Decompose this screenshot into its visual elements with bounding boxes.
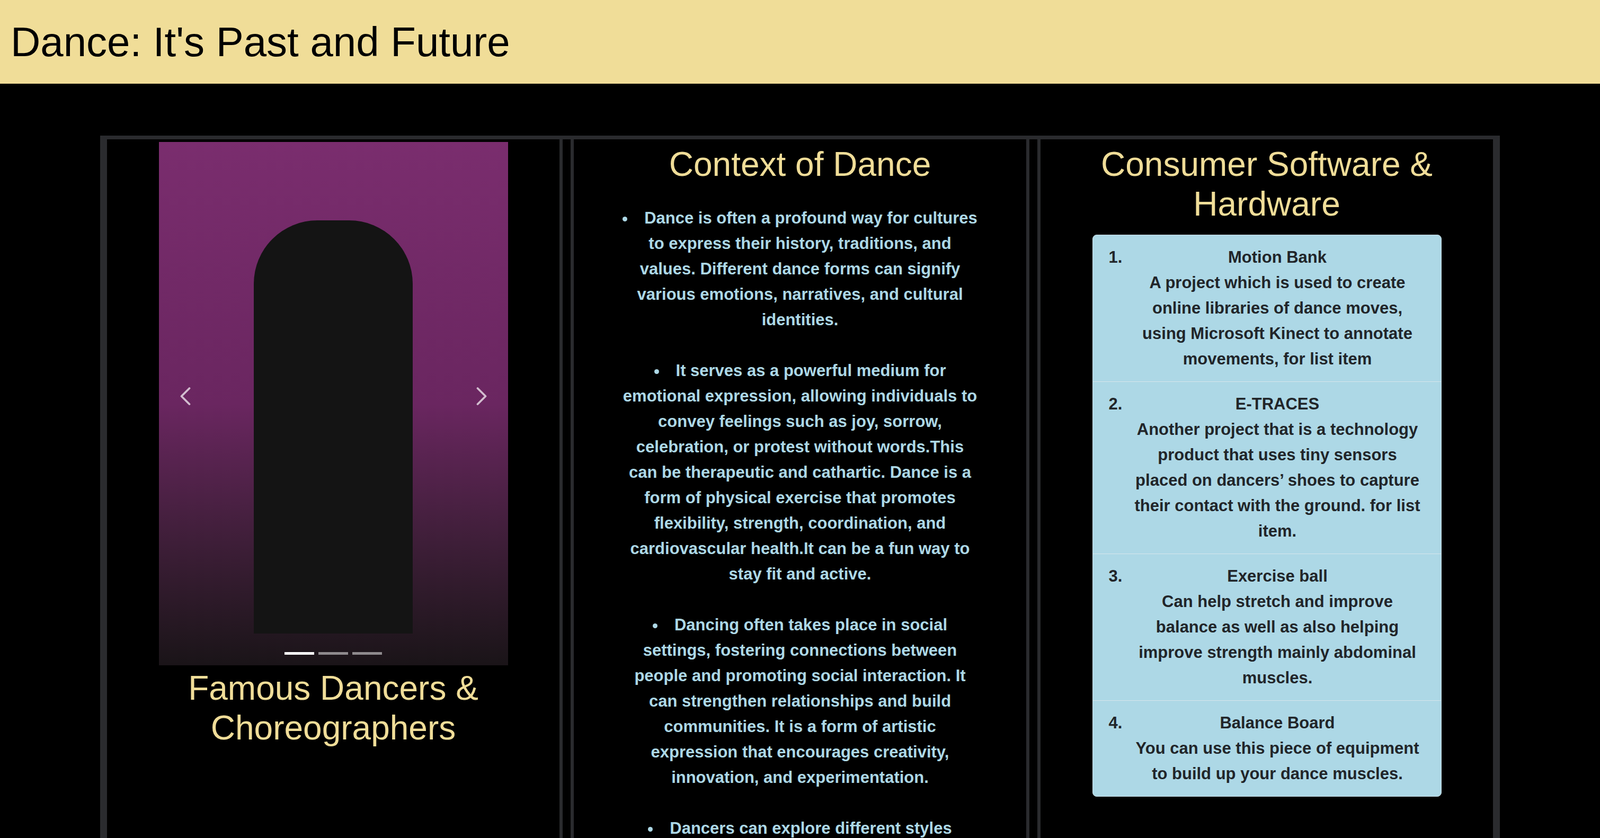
- carousel-indicator[interactable]: [352, 652, 382, 655]
- product-description: A project which is used to create online…: [1130, 270, 1426, 372]
- product-number: 1.: [1108, 244, 1131, 372]
- carousel-caption: Famous Dancers & Choreographers: [107, 668, 560, 749]
- products-list: 1.Motion BankA project which is used to …: [1092, 234, 1442, 797]
- carousel[interactable]: [158, 141, 509, 666]
- context-heading: Context of Dance: [669, 144, 932, 185]
- page: Dance: It's Past and Future Famous Dancer…: [0, 0, 1600, 838]
- product-title: Exercise ball: [1130, 563, 1426, 590]
- chevron-right-icon: [465, 380, 498, 413]
- carousel-photo: [158, 141, 509, 666]
- next-button[interactable]: [465, 380, 498, 413]
- product-item: 4.Balance BoardYou can use this piece of…: [1092, 700, 1442, 797]
- product-description: Another project that is a technology pro…: [1130, 416, 1426, 545]
- product-description: You can use this piece of equipment to b…: [1130, 735, 1426, 787]
- context-list: Dance is often a profound way for cultur…: [619, 205, 981, 838]
- context-bullet: Dance is often a profound way for cultur…: [619, 205, 981, 333]
- header: Dance: It's Past and Future: [0, 0, 1600, 84]
- product-title: E-TRACES: [1130, 391, 1426, 417]
- products-heading: Consumer Software & Hardware: [1081, 144, 1453, 225]
- product-item: 2.E-TRACESAnother project that is a tech…: [1092, 381, 1442, 554]
- product-item: 3.Exercise ballCan help stretch and impr…: [1092, 553, 1442, 701]
- carousel-indicator[interactable]: [318, 652, 349, 655]
- product-number: 3.: [1108, 563, 1131, 691]
- product-number: 4.: [1108, 710, 1131, 787]
- carousel-indicators: [158, 652, 509, 655]
- context-bullet: Dancing often takes place in social sett…: [619, 612, 981, 791]
- page-title: Dance: It's Past and Future: [10, 21, 511, 63]
- product-title: Motion Bank: [1130, 244, 1426, 271]
- product-description: Can help stretch and improve balance as …: [1130, 589, 1426, 691]
- product-title: Balance Board: [1130, 710, 1426, 736]
- product-item: 1.Motion BankA project which is used to …: [1092, 235, 1442, 382]
- content: Famous Dancers & ChoreographersContext o…: [100, 135, 1500, 838]
- context-bullet: It serves as a powerful medium for emoti…: [619, 358, 981, 588]
- context-bullet: Dancers can explore different styles: [619, 815, 981, 838]
- products-column: Consumer Software & Hardware 1.Motion Ban…: [1037, 139, 1497, 838]
- chevron-left-icon: [169, 380, 202, 413]
- carousel-column: Famous Dancers & Choreographers: [103, 139, 563, 838]
- prev-button[interactable]: [169, 380, 202, 413]
- context-column: Context of Dance Dance is often a profoun…: [570, 139, 1030, 838]
- product-number: 2.: [1108, 391, 1131, 545]
- carousel-indicator[interactable]: [284, 652, 315, 655]
